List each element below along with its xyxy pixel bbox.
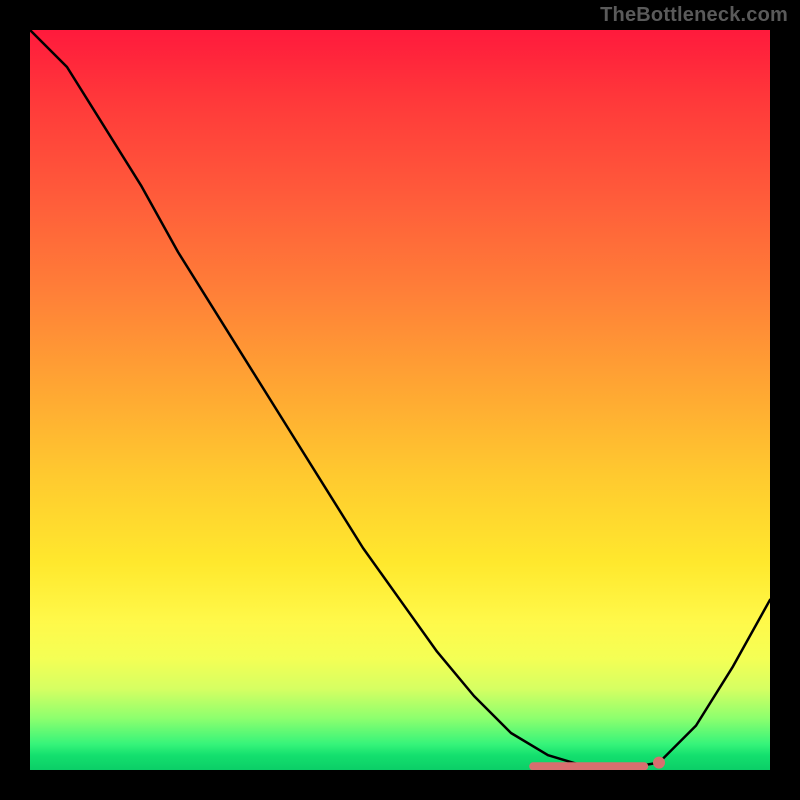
chart-curve-svg xyxy=(30,30,770,770)
highlight-dot xyxy=(653,757,665,769)
watermark-text: TheBottleneck.com xyxy=(600,4,788,27)
main-curve xyxy=(30,30,770,766)
chart-frame: TheBottleneck.com xyxy=(0,0,800,800)
plot-area xyxy=(30,30,770,770)
